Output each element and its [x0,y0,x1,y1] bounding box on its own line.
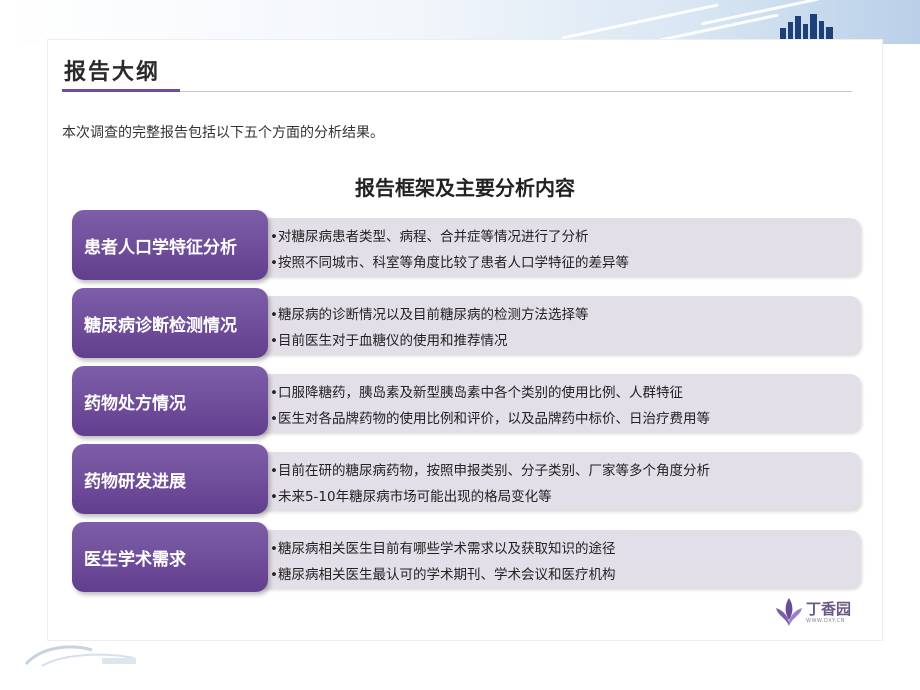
description-line: •糖尿病相关医生目前有哪些学术需求以及获取知识的途径 [270,541,616,557]
framework-row: •对糖尿病患者类型、病程、合并症等情况进行了分析 •按照不同城市、科室等角度比较… [72,210,862,282]
title-underline [62,89,180,92]
section-label: 糖尿病诊断检测情况 [72,288,268,358]
description-line: •糖尿病的诊断情况以及目前糖尿病的检测方法选择等 [270,307,589,323]
logo-name: 丁香园 [806,600,852,618]
description-line: •目前医生对于血糖仪的使用和推荐情况 [270,333,508,349]
brand-logo: 丁香园 WWW.DXY.CN [774,596,864,630]
city-skyline-icon [780,14,833,40]
section-label: 医生学术需求 [72,522,268,592]
framework-row: •糖尿病的诊断情况以及目前糖尿病的检测方法选择等 •目前医生对于血糖仪的使用和推… [72,288,862,360]
section-description: •目前在研的糖尿病药物，按照申报类别、分子类别、厂家等多个角度分析 •未来5-1… [252,452,860,510]
section-description: •对糖尿病患者类型、病程、合并症等情况进行了分析 •按照不同城市、科室等角度比较… [252,218,860,276]
framework-heading: 报告框架及主要分析内容 [355,176,575,200]
description-line: •未来5-10年糖尿病市场可能出现的格局变化等 [270,489,552,505]
description-line: •按照不同城市、科室等角度比较了患者人口学特征的差异等 [270,255,629,271]
section-label: 药物研发进展 [72,444,268,514]
description-line: •糖尿病相关医生最认可的学术期刊、学术会议和医疗机构 [270,567,616,583]
section-label: 患者人口学特征分析 [72,210,268,280]
description-line: •医生对各品牌药物的使用比例和评价，以及品牌药中标价、日治疗费用等 [270,411,710,427]
section-description: •口服降糖药，胰岛素及新型胰岛素中各个类别的使用比例、人群特征 •医生对各品牌药… [252,374,860,432]
section-description: •糖尿病的诊断情况以及目前糖尿病的检测方法选择等 •目前医生对于血糖仪的使用和推… [252,296,860,354]
slide-panel: 报告大纲 本次调查的完整报告包括以下五个方面的分析结果。 报告框架及主要分析内容… [48,40,882,640]
intro-text: 本次调查的完整报告包括以下五个方面的分析结果。 [62,125,384,141]
lilac-flower-icon [776,598,802,626]
watermark-logo-icon [24,645,136,667]
logo-url: WWW.DXY.CN [806,618,845,624]
header-decoration-band [0,0,920,46]
framework-row: •目前在研的糖尿病药物，按照申报类别、分子类别、厂家等多个角度分析 •未来5-1… [72,444,862,516]
section-label: 药物处方情况 [72,366,268,436]
description-line: •目前在研的糖尿病药物，按照申报类别、分子类别、厂家等多个角度分析 [270,463,710,479]
framework-row: •糖尿病相关医生目前有哪些学术需求以及获取知识的途径 •糖尿病相关医生最认可的学… [72,522,862,594]
description-line: •对糖尿病患者类型、病程、合并症等情况进行了分析 [270,229,589,245]
description-line: •口服降糖药，胰岛素及新型胰岛素中各个类别的使用比例、人群特征 [270,385,683,401]
framework-row: •口服降糖药，胰岛素及新型胰岛素中各个类别的使用比例、人群特征 •医生对各品牌药… [72,366,862,438]
section-description: •糖尿病相关医生目前有哪些学术需求以及获取知识的途径 •糖尿病相关医生最认可的学… [252,530,860,588]
title-divider [62,91,852,92]
page-title: 报告大纲 [64,60,161,85]
